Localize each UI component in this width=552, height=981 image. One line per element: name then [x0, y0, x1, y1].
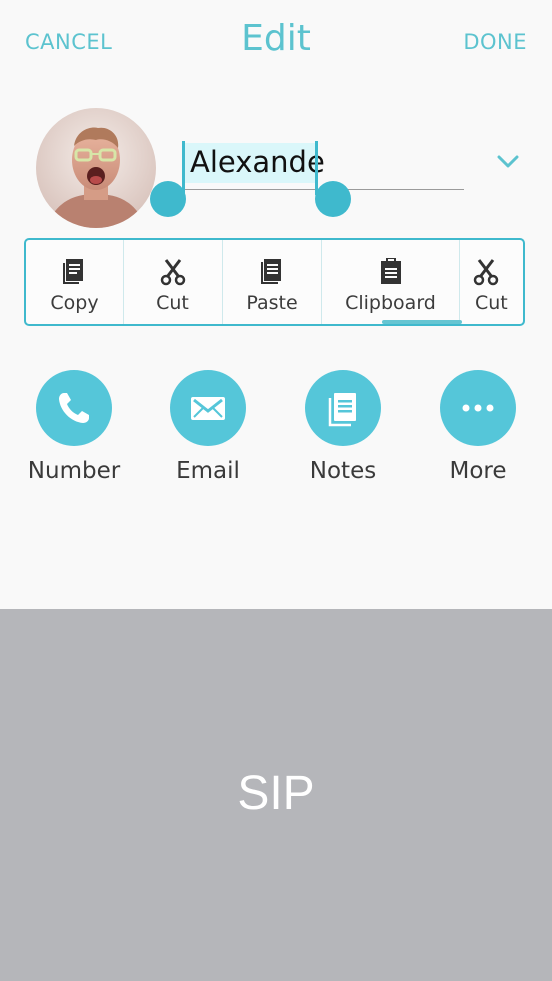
name-input[interactable]: Alexande [190, 143, 325, 181]
number-action-circle[interactable] [36, 370, 112, 446]
notes-action-circle[interactable] [305, 370, 381, 446]
context-cut-button[interactable]: Cut [124, 240, 221, 324]
context-cut-button-2[interactable]: Cut [460, 240, 523, 324]
more-icon [462, 404, 494, 412]
soft-keyboard-panel[interactable]: SIP [0, 609, 552, 981]
mail-icon [191, 397, 225, 420]
selection-start-handle[interactable] [150, 181, 186, 217]
context-menu-scroll-indicator [382, 320, 462, 324]
context-item-label: Copy [50, 292, 99, 314]
avatar[interactable] [36, 108, 156, 228]
context-item-label: Paste [246, 292, 298, 314]
paste-icon [258, 256, 286, 286]
more-action-circle[interactable] [440, 370, 516, 446]
email-action-circle[interactable] [170, 370, 246, 446]
keyboard-placeholder-label: SIP [237, 767, 315, 820]
context-item-label: Clipboard [345, 292, 436, 314]
email-action-label: Email [176, 458, 240, 484]
chevron-down-icon[interactable] [494, 148, 522, 176]
scissors-icon [159, 256, 187, 286]
clipboard-icon [377, 256, 405, 286]
more-action-label: More [449, 458, 507, 484]
context-paste-button[interactable]: Paste [223, 240, 321, 324]
more-action-button[interactable]: More [410, 370, 546, 484]
notes-action-label: Notes [309, 458, 377, 484]
copy-icon [61, 256, 89, 286]
context-item-label: Cut [156, 292, 189, 314]
phone-icon [59, 393, 89, 423]
scissors-icon [472, 256, 500, 286]
done-button[interactable]: DONE [463, 30, 527, 54]
notes-action-button[interactable]: Notes [275, 370, 411, 484]
selection-end-handle[interactable] [315, 181, 351, 217]
context-copy-button[interactable]: Copy [26, 240, 123, 324]
context-clipboard-button[interactable]: Clipboard [322, 240, 459, 324]
number-action-label: Number [27, 458, 121, 484]
email-action-button[interactable]: Email [140, 370, 276, 484]
context-item-label: Cut [475, 292, 508, 314]
notes-icon [328, 393, 356, 427]
number-action-button[interactable]: Number [6, 370, 142, 484]
selection-end-marker [315, 141, 318, 195]
selection-start-marker [182, 141, 185, 195]
avatar-photo [36, 108, 156, 228]
text-context-menu: Copy Cut Paste Clipboard Cut [24, 238, 525, 326]
